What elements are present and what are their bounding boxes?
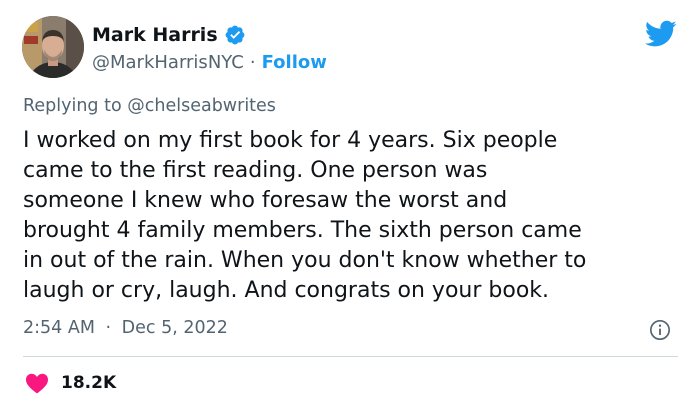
like-action[interactable]: 18.2K [25, 370, 116, 396]
follow-button[interactable]: Follow [262, 52, 327, 73]
author-handle-row: @MarkHarrisNYC · Follow [92, 50, 327, 74]
tweet-text: I worked on my first book for 4 years. S… [23, 126, 683, 306]
tweet-timestamp[interactable]: 2:54 AM · Dec 5, 2022 [23, 318, 228, 338]
tweet-text-line: laugh or cry, laugh. And congrats on you… [23, 278, 550, 303]
tweet-text-line: brought 4 family members. The sixth pers… [23, 218, 582, 243]
author-name-row: Mark Harris [92, 22, 246, 48]
tweet-text-line: someone I knew who foresaw the worst and [23, 188, 508, 213]
tweet-time: 2:54 AM [23, 318, 95, 338]
heart-icon[interactable] [25, 372, 49, 394]
like-count: 18.2K [61, 373, 117, 393]
tweet-date: Dec 5, 2022 [121, 318, 228, 338]
handle-separator: · [249, 51, 256, 73]
reply-prefix: Replying to [23, 96, 122, 116]
avatar[interactable] [22, 16, 84, 78]
tweet-card: Mark Harris @MarkHarrisNYC · Follow Repl… [0, 0, 700, 410]
reply-mention-link[interactable]: @chelseabwrites [127, 96, 276, 116]
tweet-text-line: in out of the rain. When you don't know … [23, 248, 587, 273]
avatar-photo [22, 16, 84, 78]
tweet-text-line: I worked on my first book for 4 years. S… [23, 128, 558, 153]
author-handle[interactable]: @MarkHarrisNYC [92, 52, 244, 73]
divider [23, 356, 678, 357]
twitter-bird-icon[interactable] [645, 20, 677, 48]
author-display-name[interactable]: Mark Harris [92, 24, 218, 46]
info-icon[interactable] [649, 319, 671, 341]
verified-badge-icon [225, 25, 245, 45]
reply-context: Replying to @chelseabwrites [23, 96, 276, 116]
timestamp-separator: · [105, 318, 112, 338]
tweet-text-line: came to the first reading. One person wa… [23, 158, 488, 183]
